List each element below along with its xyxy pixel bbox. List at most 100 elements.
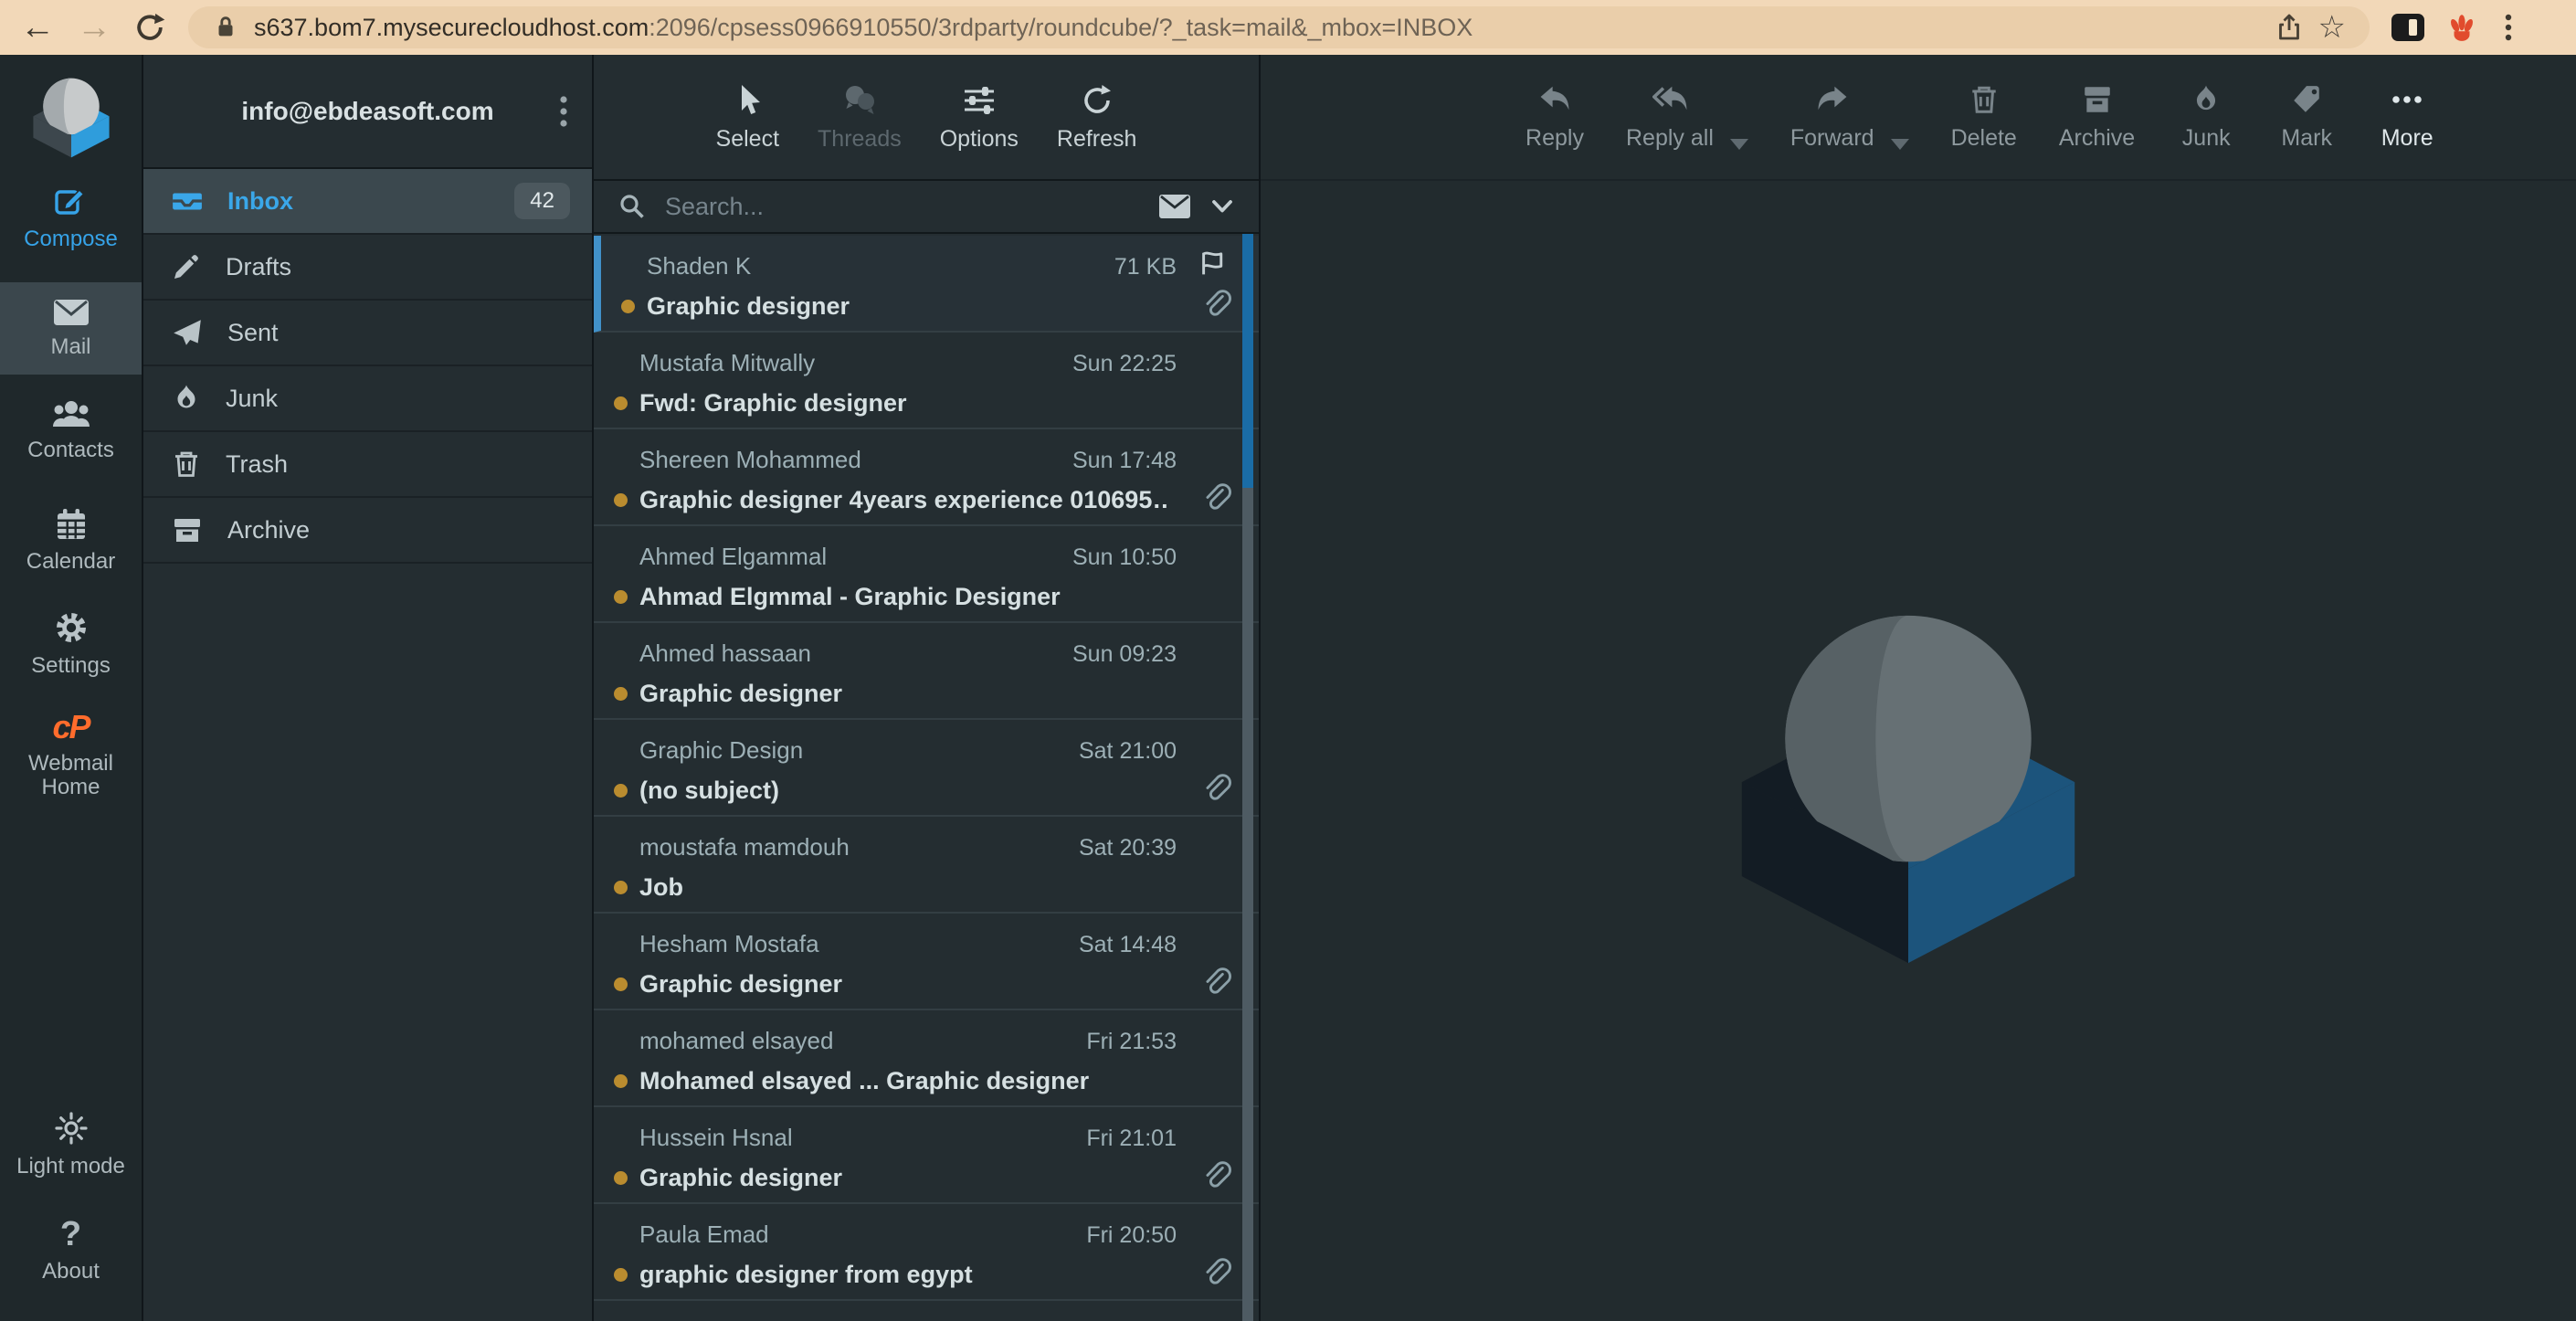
chat-bubbles-icon xyxy=(840,82,879,119)
sidebar-item-contacts[interactable]: Contacts xyxy=(0,397,142,462)
gear-icon xyxy=(53,609,90,646)
sidebar-item-compose[interactable]: Compose xyxy=(0,183,142,251)
sidebar-item-settings[interactable]: Settings xyxy=(0,609,142,678)
mark-button[interactable]: Mark xyxy=(2277,82,2336,152)
threads-button[interactable]: Threads xyxy=(818,82,902,153)
message-row[interactable]: Ahmed hassaan Sun 09:23 Graphic designer xyxy=(594,623,1259,720)
message-sender: moustafa mamdouh xyxy=(639,833,850,861)
message-subject: graphic designer from egypt xyxy=(639,1261,973,1289)
message-row[interactable]: Hussein Hsnal Fri 21:01 Graphic designer xyxy=(594,1107,1259,1204)
contacts-icon xyxy=(51,397,91,430)
message-row[interactable]: Shaden K 71 KB Graphic designer xyxy=(594,236,1259,333)
account-header: info@ebdeasoft.com xyxy=(143,55,592,169)
message-list-pane: Select Threads Options Refresh xyxy=(594,55,1261,1321)
message-sender: Paula Emad xyxy=(639,1221,769,1249)
extension-icon[interactable] xyxy=(2446,12,2477,43)
delete-button[interactable]: Delete xyxy=(1951,82,2017,152)
message-subject: (no subject) xyxy=(639,777,779,805)
message-subject: Mohamed elsayed ... Graphic designer xyxy=(639,1067,1089,1095)
select-button[interactable]: Select xyxy=(716,82,779,153)
folder-sent[interactable]: Sent xyxy=(143,301,592,366)
sidebar-item-label: Webmail Home xyxy=(16,752,126,800)
refresh-button[interactable]: Refresh xyxy=(1057,82,1137,153)
list-scrollbar[interactable] xyxy=(1242,234,1253,1321)
unread-dot xyxy=(614,1171,628,1185)
sidebar-item-webmail-home[interactable]: cP Webmail Home xyxy=(0,711,142,800)
reply-all-dropdown-icon[interactable] xyxy=(1730,139,1748,150)
message-row[interactable]: moustafa mamdouh Sat 20:39 Job xyxy=(594,817,1259,914)
search-options-chevron-icon[interactable] xyxy=(1209,196,1235,217)
sidebar-item-label: Contacts xyxy=(27,439,114,462)
unread-dot xyxy=(614,493,628,507)
forward-icon[interactable]: → xyxy=(77,10,111,45)
mail-toolbar: Reply Reply all Forward Delete xyxy=(1261,55,2576,181)
cpanel-icon: cP xyxy=(52,711,89,744)
folder-inbox[interactable]: Inbox 42 xyxy=(143,169,592,235)
forward-button[interactable]: Forward xyxy=(1790,82,1874,152)
message-date: Sat 14:48 xyxy=(1079,932,1177,958)
forward-dropdown-icon[interactable] xyxy=(1891,139,1909,150)
archive-button[interactable]: Archive xyxy=(2059,82,2135,152)
message-row[interactable]: Graphic Design Sat 21:00 (no subject) xyxy=(594,720,1259,817)
bookmark-star-icon[interactable]: ☆ xyxy=(2318,12,2346,43)
folder-archive[interactable]: Archive xyxy=(143,498,592,564)
message-date: Sun 22:25 xyxy=(1072,351,1177,377)
folder-label: Drafts xyxy=(226,253,291,281)
button-label: Reply xyxy=(1526,125,1584,152)
sidebar-item-calendar[interactable]: Calendar xyxy=(0,507,142,574)
options-button[interactable]: Options xyxy=(940,82,1019,153)
sidebar-item-light-mode[interactable]: Light mode xyxy=(0,1110,142,1178)
message-row[interactable]: Paula Emad Fri 20:50 graphic designer fr… xyxy=(594,1204,1259,1301)
archive-box-icon xyxy=(171,514,204,545)
url-host: s637.bom7.mysecurecloudhost.com xyxy=(254,14,649,41)
search-scope-mail-icon[interactable] xyxy=(1158,194,1191,219)
question-icon: ? xyxy=(60,1217,81,1252)
cursor-icon xyxy=(729,82,765,119)
scrollbar-thumb[interactable] xyxy=(1242,234,1253,488)
url-text: s637.bom7.mysecurecloudhost.com:2096/cps… xyxy=(254,14,1473,42)
flag-icon[interactable] xyxy=(1197,247,1233,280)
button-label: More xyxy=(2381,125,2433,152)
sidebar-item-about[interactable]: ? About xyxy=(0,1217,142,1284)
reload-icon[interactable] xyxy=(133,11,166,44)
unread-dot xyxy=(614,881,628,894)
unread-dot xyxy=(614,978,628,991)
search-bar[interactable]: Search... xyxy=(594,181,1259,234)
sidebar-item-label: Compose xyxy=(24,227,118,251)
inbox-icon xyxy=(171,185,204,217)
folder-trash[interactable]: Trash xyxy=(143,432,592,498)
mail-view-pane: Reply Reply all Forward Delete xyxy=(1261,55,2576,1321)
unread-dot xyxy=(614,1074,628,1088)
reply-all-icon xyxy=(1652,82,1687,117)
address-bar[interactable]: s637.bom7.mysecurecloudhost.com:2096/cps… xyxy=(188,6,2370,48)
unread-dot xyxy=(621,300,635,313)
attachment-icon xyxy=(1200,482,1233,517)
message-row[interactable]: Shereen Mohammed Sun 17:48 Graphic desig… xyxy=(594,429,1259,526)
sidebar-item-label: Settings xyxy=(31,654,111,678)
message-row[interactable]: Mustafa Mitwally Sun 22:25 Fwd: Graphic … xyxy=(594,333,1259,429)
junk-button[interactable]: Junk xyxy=(2177,82,2235,152)
more-button[interactable]: More xyxy=(2378,82,2436,152)
reply-button[interactable]: Reply xyxy=(1526,82,1584,152)
browser-menu-icon[interactable] xyxy=(2499,11,2518,44)
message-subject: Graphic designer xyxy=(639,680,842,708)
side-panel-icon[interactable] xyxy=(2391,14,2424,41)
share-icon[interactable] xyxy=(2275,13,2304,42)
message-row[interactable]: mohamed elsayed Fri 21:53 Mohamed elsaye… xyxy=(594,1010,1259,1107)
folder-label: Archive xyxy=(227,516,310,544)
message-subject: Fwd: Graphic designer xyxy=(639,389,907,417)
reply-all-button[interactable]: Reply all xyxy=(1626,82,1714,152)
button-label: Junk xyxy=(2182,125,2231,152)
folder-drafts[interactable]: Drafts xyxy=(143,235,592,301)
folder-junk[interactable]: Junk xyxy=(143,366,592,432)
message-subject: Ahmad Elgmmal - Graphic Designer xyxy=(639,583,1061,611)
pencil-icon xyxy=(171,251,202,282)
archive-box-icon xyxy=(2081,82,2114,117)
attachment-icon xyxy=(1200,1160,1233,1195)
folder-menu-icon[interactable] xyxy=(557,93,570,130)
scrollbar-track xyxy=(1242,488,1253,1321)
sidebar-item-mail[interactable]: Mail xyxy=(0,282,142,375)
message-row[interactable]: Ahmed Elgammal Sun 10:50 Ahmad Elgmmal -… xyxy=(594,526,1259,623)
message-row[interactable]: Hesham Mostafa Sat 14:48 Graphic designe… xyxy=(594,914,1259,1010)
back-icon[interactable]: ← xyxy=(20,10,55,45)
